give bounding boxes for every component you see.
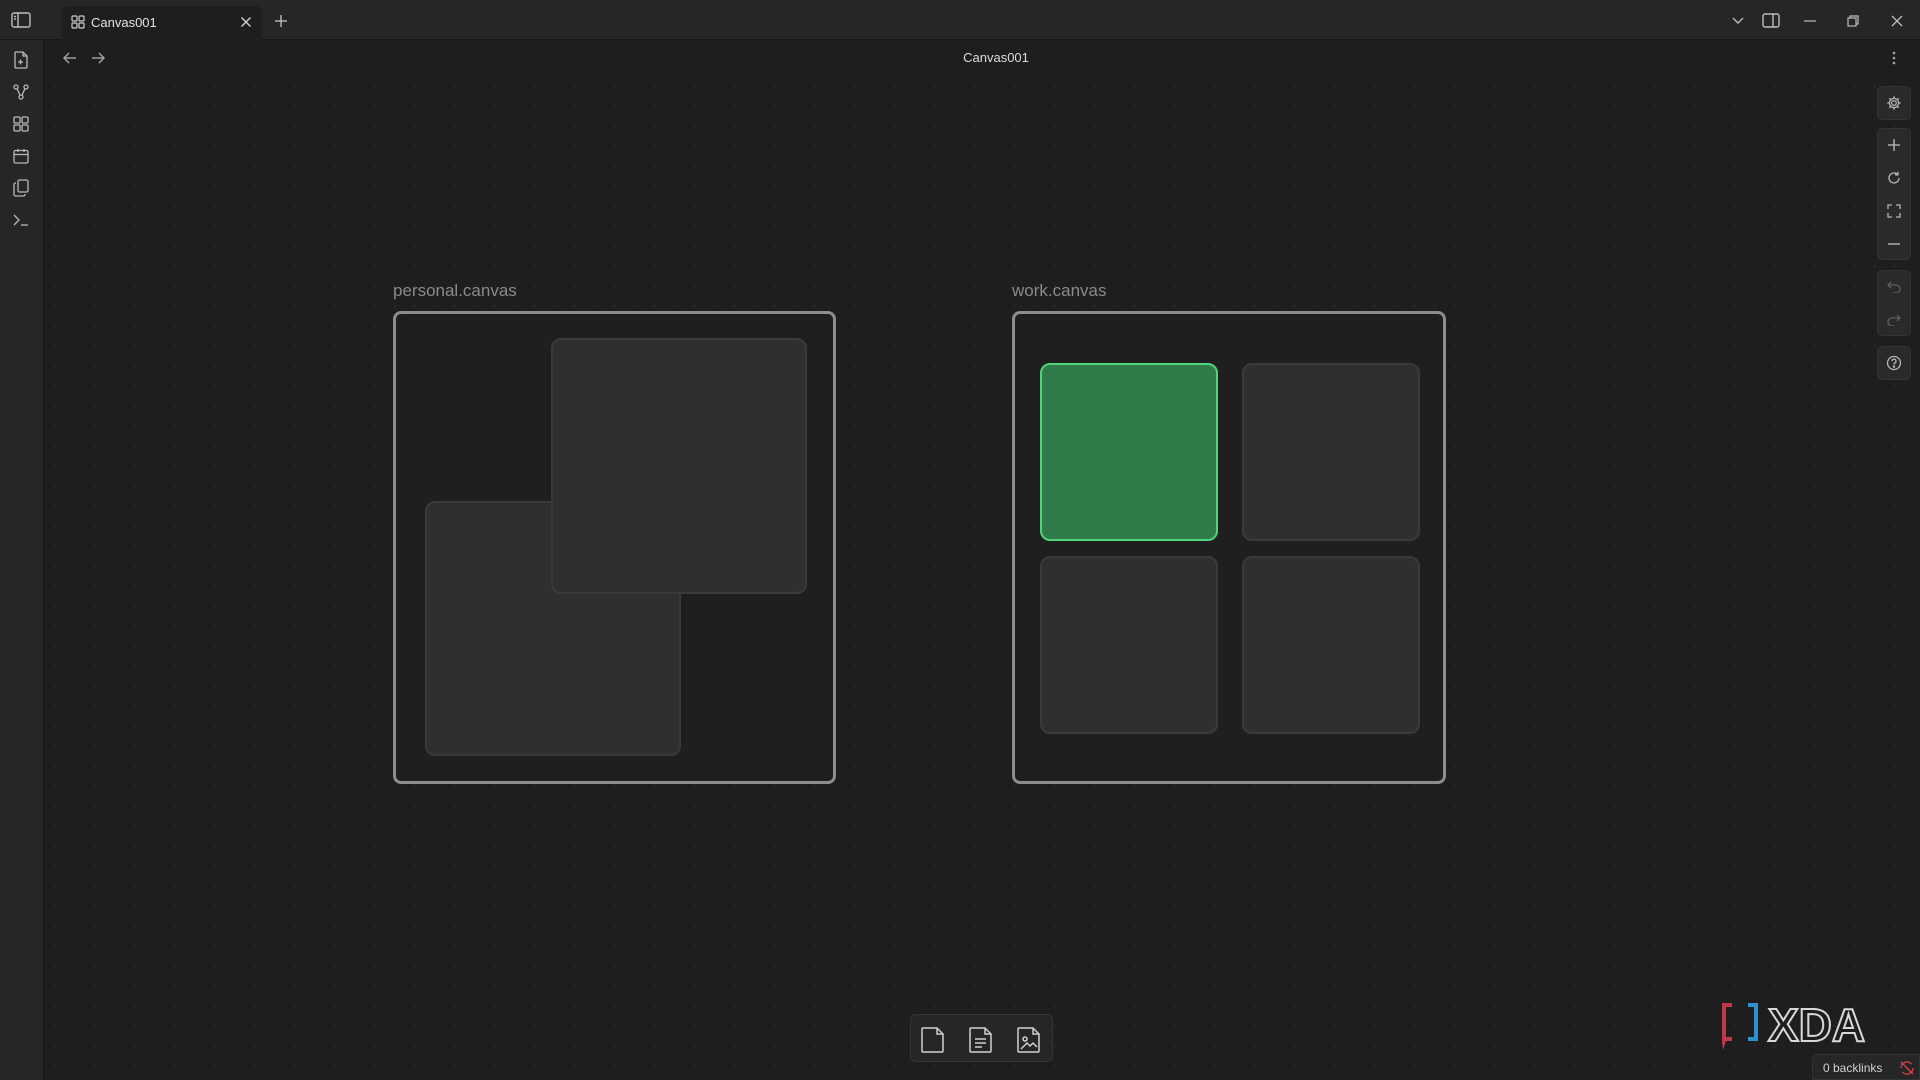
tab-canvas001[interactable]: Canvas001 [62,6,262,40]
group-label-personal[interactable]: personal.canvas [393,281,517,301]
back-arrow-icon[interactable] [60,48,80,68]
canvas-card[interactable] [551,338,807,594]
graph-icon[interactable] [11,82,31,102]
group-work-canvas[interactable] [1012,311,1446,784]
card-menu [910,1014,1053,1062]
tab-title: Canvas001 [91,15,157,30]
canvas-icon [71,15,85,29]
canvas-area[interactable]: personal.canvas work.canvas [45,76,1920,1080]
left-ribbon [0,40,44,1080]
zoom-controls [1877,128,1911,260]
xda-logo: XDA [1718,997,1898,1053]
help-icon[interactable] [1878,347,1910,379]
reset-zoom-icon[interactable] [1878,162,1910,194]
restore-icon[interactable] [1844,12,1862,30]
minimize-icon[interactable] [1801,12,1819,30]
zoom-out-icon[interactable] [1878,228,1910,260]
forward-arrow-icon[interactable] [88,48,108,68]
window-close-icon[interactable] [1888,12,1906,30]
add-note-icon[interactable] [966,1025,996,1055]
status-bar: 0 backlinks [1812,1054,1920,1080]
add-media-icon[interactable] [1014,1025,1044,1055]
canvas-settings-group [1877,86,1911,120]
sync-error-icon[interactable] [1899,1060,1915,1076]
redo-icon[interactable] [1878,304,1910,336]
group-label-work[interactable]: work.canvas [1012,281,1106,301]
canvas-icon[interactable] [11,114,31,134]
title-bar: Canvas001 [0,0,1920,40]
zoom-in-icon[interactable] [1878,129,1910,161]
chevron-down-icon[interactable] [1729,12,1747,30]
add-card-icon[interactable] [918,1025,948,1055]
calendar-icon[interactable] [11,146,31,166]
help-group [1877,346,1911,380]
file-plus-icon[interactable] [11,50,31,70]
view-title[interactable]: Canvas001 [44,50,1920,65]
copy-icon[interactable] [11,178,31,198]
canvas-card[interactable] [1242,556,1420,734]
xda-text: XDA [1768,999,1865,1051]
right-sidebar-icon[interactable] [1761,11,1781,29]
history-controls [1877,270,1911,336]
gear-icon[interactable] [1878,87,1910,119]
canvas-card[interactable] [1040,556,1218,734]
close-icon[interactable] [238,14,254,30]
undo-icon[interactable] [1878,271,1910,303]
fit-to-screen-icon[interactable] [1878,195,1910,227]
terminal-icon[interactable] [11,210,31,230]
new-tab-icon[interactable] [272,12,290,30]
backlinks-count[interactable]: 0 backlinks [1823,1061,1882,1075]
canvas-card[interactable] [1242,363,1420,541]
canvas-card-selected[interactable] [1040,363,1218,541]
sidebar-toggle-icon[interactable] [10,10,32,30]
view-header: Canvas001 [44,40,1920,76]
group-personal-canvas[interactable] [393,311,836,784]
more-options-icon[interactable] [1884,48,1904,68]
